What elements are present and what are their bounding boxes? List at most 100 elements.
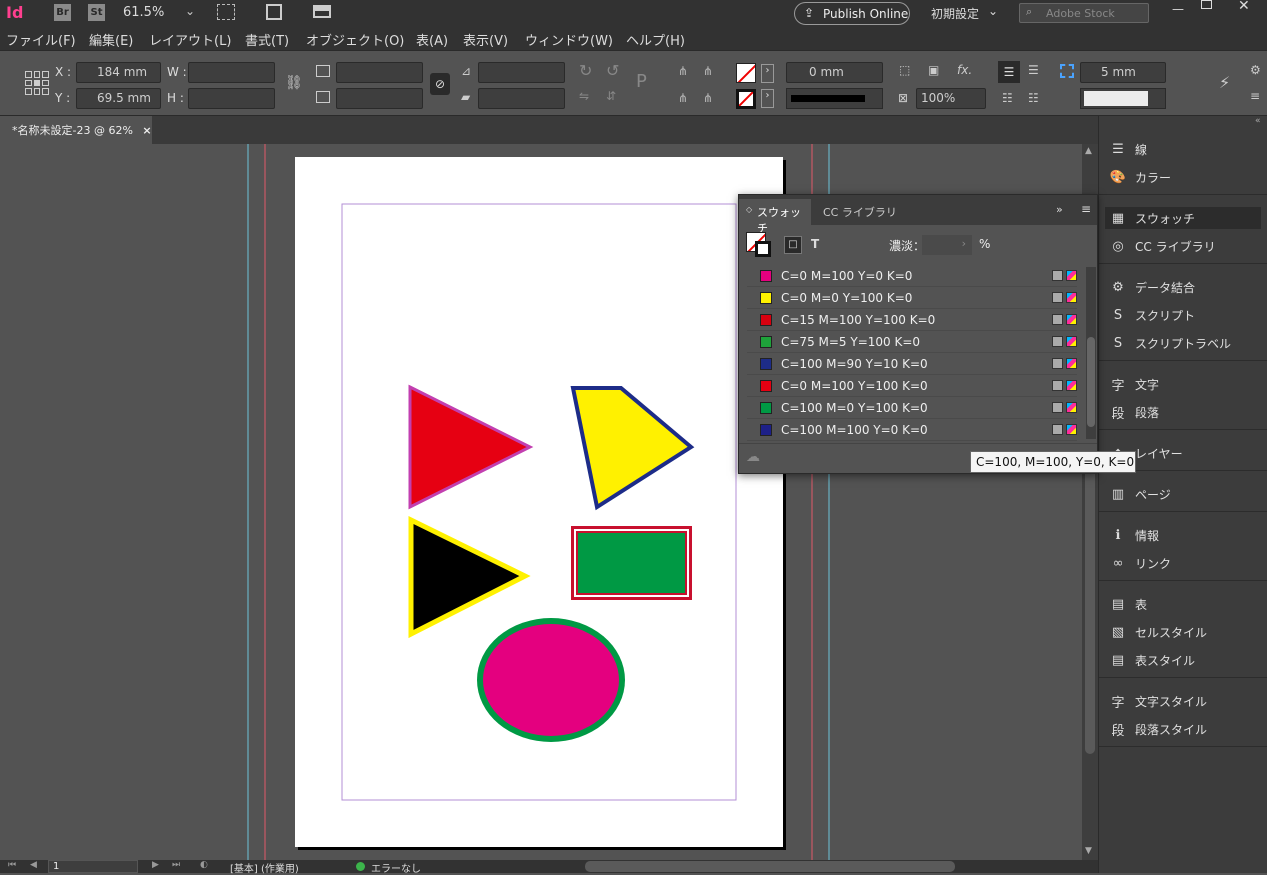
minimize-icon[interactable]: — bbox=[1172, 2, 1184, 16]
quick-apply-icon[interactable]: ⚡ bbox=[1219, 73, 1230, 92]
scroll-up-icon[interactable]: ▲ bbox=[1085, 146, 1092, 156]
dock-table-styles[interactable]: ▤ 表スタイル bbox=[1109, 649, 1195, 671]
swatch-row[interactable]: C=0 M=0 Y=100 K=0 bbox=[747, 287, 1077, 309]
control-panel-menu-icon[interactable]: ≡ bbox=[1250, 89, 1260, 103]
cc-cloud-icon[interactable]: ☁ bbox=[746, 449, 760, 465]
dock-scripts[interactable]: S スクリプト bbox=[1109, 304, 1195, 326]
width-field[interactable] bbox=[188, 62, 275, 83]
rotate-ccw-icon[interactable]: ↺ bbox=[606, 61, 619, 80]
dock-swatches[interactable]: ▦ スウォッチ bbox=[1105, 207, 1261, 229]
horizontal-scrollbar-thumb[interactable] bbox=[585, 861, 955, 872]
stock-app-button[interactable]: St bbox=[88, 4, 105, 21]
workspace-chevron-icon[interactable]: ⌄ bbox=[988, 4, 998, 18]
tab-collapse-chevron-icon[interactable]: ◇ bbox=[746, 205, 752, 214]
swatch-list-scrollbar[interactable] bbox=[1086, 267, 1096, 439]
select-next-icon[interactable]: ⋔ bbox=[703, 91, 713, 105]
panel-menu-icon[interactable]: ≡ bbox=[1081, 202, 1091, 216]
height-field[interactable] bbox=[188, 88, 275, 109]
dock-links[interactable]: ∞ リンク bbox=[1109, 552, 1171, 574]
swatch-row[interactable]: C=0 M=100 Y=100 K=0 bbox=[747, 375, 1077, 397]
gap-field[interactable]: 5 mm bbox=[1080, 62, 1166, 83]
distribute-vertical-icon[interactable]: ☷ bbox=[1002, 91, 1013, 105]
swatch-row[interactable]: C=15 M=100 Y=100 K=0 bbox=[747, 309, 1077, 331]
stroke-type-select[interactable] bbox=[786, 88, 883, 109]
next-page-icon[interactable]: ▶ bbox=[152, 860, 159, 870]
tint-field[interactable]: › bbox=[922, 235, 972, 255]
menu-type[interactable]: 書式(T) bbox=[245, 30, 289, 49]
select-previous-icon[interactable]: ⋔ bbox=[678, 91, 688, 105]
arrange-documents-icon[interactable] bbox=[313, 5, 331, 18]
link-scale-icon[interactable]: ⊘ bbox=[430, 73, 450, 95]
stroke-menu-chevron-icon[interactable]: › bbox=[761, 89, 774, 108]
swatch-stroke-proxy[interactable] bbox=[755, 241, 771, 257]
swatch-list-scroll-thumb[interactable] bbox=[1087, 337, 1095, 427]
fill-none-swatch[interactable] bbox=[736, 63, 756, 83]
open-page-icon[interactable]: ◐ bbox=[200, 860, 208, 870]
first-page-icon[interactable]: ⏮ bbox=[8, 860, 16, 870]
shear-field[interactable] bbox=[478, 88, 565, 109]
stroke-none-swatch[interactable] bbox=[736, 89, 756, 109]
adobe-stock-search[interactable]: ⌕ Adobe Stock bbox=[1019, 3, 1149, 23]
document-tab[interactable]: *名称未設定-23 @ 62% × bbox=[0, 116, 152, 144]
last-page-icon[interactable]: ⏭ bbox=[172, 860, 180, 870]
menu-file[interactable]: ファイル(F) bbox=[6, 30, 76, 49]
align-left-icon[interactable]: ☰ bbox=[998, 61, 1020, 83]
restore-icon[interactable] bbox=[1201, 0, 1212, 9]
close-window-icon[interactable]: ✕ bbox=[1238, 0, 1250, 14]
menu-window[interactable]: ウィンドウ(W) bbox=[525, 30, 613, 49]
menu-edit[interactable]: 編集(E) bbox=[89, 30, 133, 49]
panel-collapse-icon[interactable]: » bbox=[1056, 203, 1063, 216]
close-tab-icon[interactable]: × bbox=[142, 124, 151, 137]
menu-view[interactable]: 表示(V) bbox=[463, 30, 508, 49]
page-number-field[interactable]: 1 bbox=[48, 860, 138, 873]
reference-point-icon[interactable] bbox=[25, 71, 49, 95]
screen-mode-icon[interactable] bbox=[266, 4, 282, 20]
menu-help[interactable]: ヘルプ(H) bbox=[626, 30, 685, 49]
flip-horizontal-icon[interactable]: ⇋ bbox=[579, 89, 589, 103]
auto-fit-icon[interactable]: ⬚ bbox=[899, 63, 910, 77]
publish-online-button[interactable]: ⇪ Publish Online bbox=[794, 2, 910, 25]
swatch-row[interactable]: C=100 M=90 Y=10 K=0 bbox=[747, 353, 1077, 375]
formatting-container-icon[interactable]: □ bbox=[784, 236, 802, 254]
swatch-row[interactable]: C=100 M=100 Y=0 K=0 bbox=[747, 419, 1077, 441]
dock-data-merge[interactable]: ⚙ データ結合 bbox=[1109, 276, 1195, 298]
rotation-field[interactable] bbox=[478, 62, 565, 83]
stroke-weight-field[interactable]: 0 mm bbox=[786, 62, 883, 83]
x-position-field[interactable]: 184 mm bbox=[76, 62, 161, 83]
zoom-level[interactable]: 61.5% bbox=[123, 5, 164, 20]
dock-script-label[interactable]: S スクリプトラベル bbox=[1109, 332, 1231, 354]
dock-character[interactable]: 字文字 bbox=[1109, 373, 1159, 395]
dock-stroke[interactable]: ☰ 線 bbox=[1109, 138, 1147, 160]
distribute-horizontal-icon[interactable]: ☷ bbox=[1028, 91, 1039, 105]
fill-menu-chevron-icon[interactable]: › bbox=[761, 64, 774, 83]
dock-paragraph[interactable]: 段段落 bbox=[1109, 401, 1159, 423]
dock-table[interactable]: ▤ 表 bbox=[1109, 593, 1147, 615]
dock-color[interactable]: 🎨 カラー bbox=[1109, 166, 1171, 188]
dock-cell-styles[interactable]: ▧ セルスタイル bbox=[1109, 621, 1207, 643]
scale-y-field[interactable] bbox=[336, 88, 423, 109]
tab-cc-libraries[interactable]: CC ライブラリ bbox=[823, 204, 897, 220]
flip-vertical-icon[interactable]: ⇵ bbox=[606, 89, 616, 103]
collapse-dock-icon[interactable]: « bbox=[1255, 116, 1261, 126]
constrain-proportions-icon[interactable]: ⛓ bbox=[285, 75, 303, 91]
workspace-switcher[interactable]: 初期設定 bbox=[931, 5, 979, 22]
bridge-button[interactable]: Br bbox=[54, 4, 71, 21]
swatch-row[interactable]: C=0 M=100 Y=0 K=0 bbox=[747, 265, 1077, 287]
formatting-text-icon[interactable]: T bbox=[811, 237, 819, 251]
view-options-icon[interactable] bbox=[217, 4, 235, 20]
select-container-icon[interactable]: ⋔ bbox=[678, 64, 688, 78]
menu-layout[interactable]: レイアウト(L) bbox=[149, 30, 231, 49]
dock-cc-libraries[interactable]: ◎ CC ライブラリ bbox=[1109, 235, 1215, 257]
swatch-row[interactable]: C=75 M=5 Y=100 K=0 bbox=[747, 331, 1077, 353]
scale-x-field[interactable] bbox=[336, 62, 423, 83]
menu-table[interactable]: 表(A) bbox=[416, 30, 448, 49]
zoom-dropdown-chevron-icon[interactable]: ⌄ bbox=[185, 4, 195, 18]
y-position-field[interactable]: 69.5 mm bbox=[76, 88, 161, 109]
swatch-row[interactable]: C=100 M=0 Y=100 K=0 bbox=[747, 397, 1077, 419]
rotate-cw-icon[interactable]: ↻ bbox=[579, 61, 592, 80]
drop-shadow-icon[interactable]: ▣ bbox=[928, 63, 939, 77]
menu-object[interactable]: オブジェクト(O) bbox=[306, 30, 404, 49]
dock-paragraph-styles[interactable]: 段段落スタイル bbox=[1109, 718, 1207, 740]
select-content-icon[interactable]: ⋔ bbox=[703, 64, 713, 78]
dock-pages[interactable]: ▥ ページ bbox=[1109, 483, 1171, 505]
